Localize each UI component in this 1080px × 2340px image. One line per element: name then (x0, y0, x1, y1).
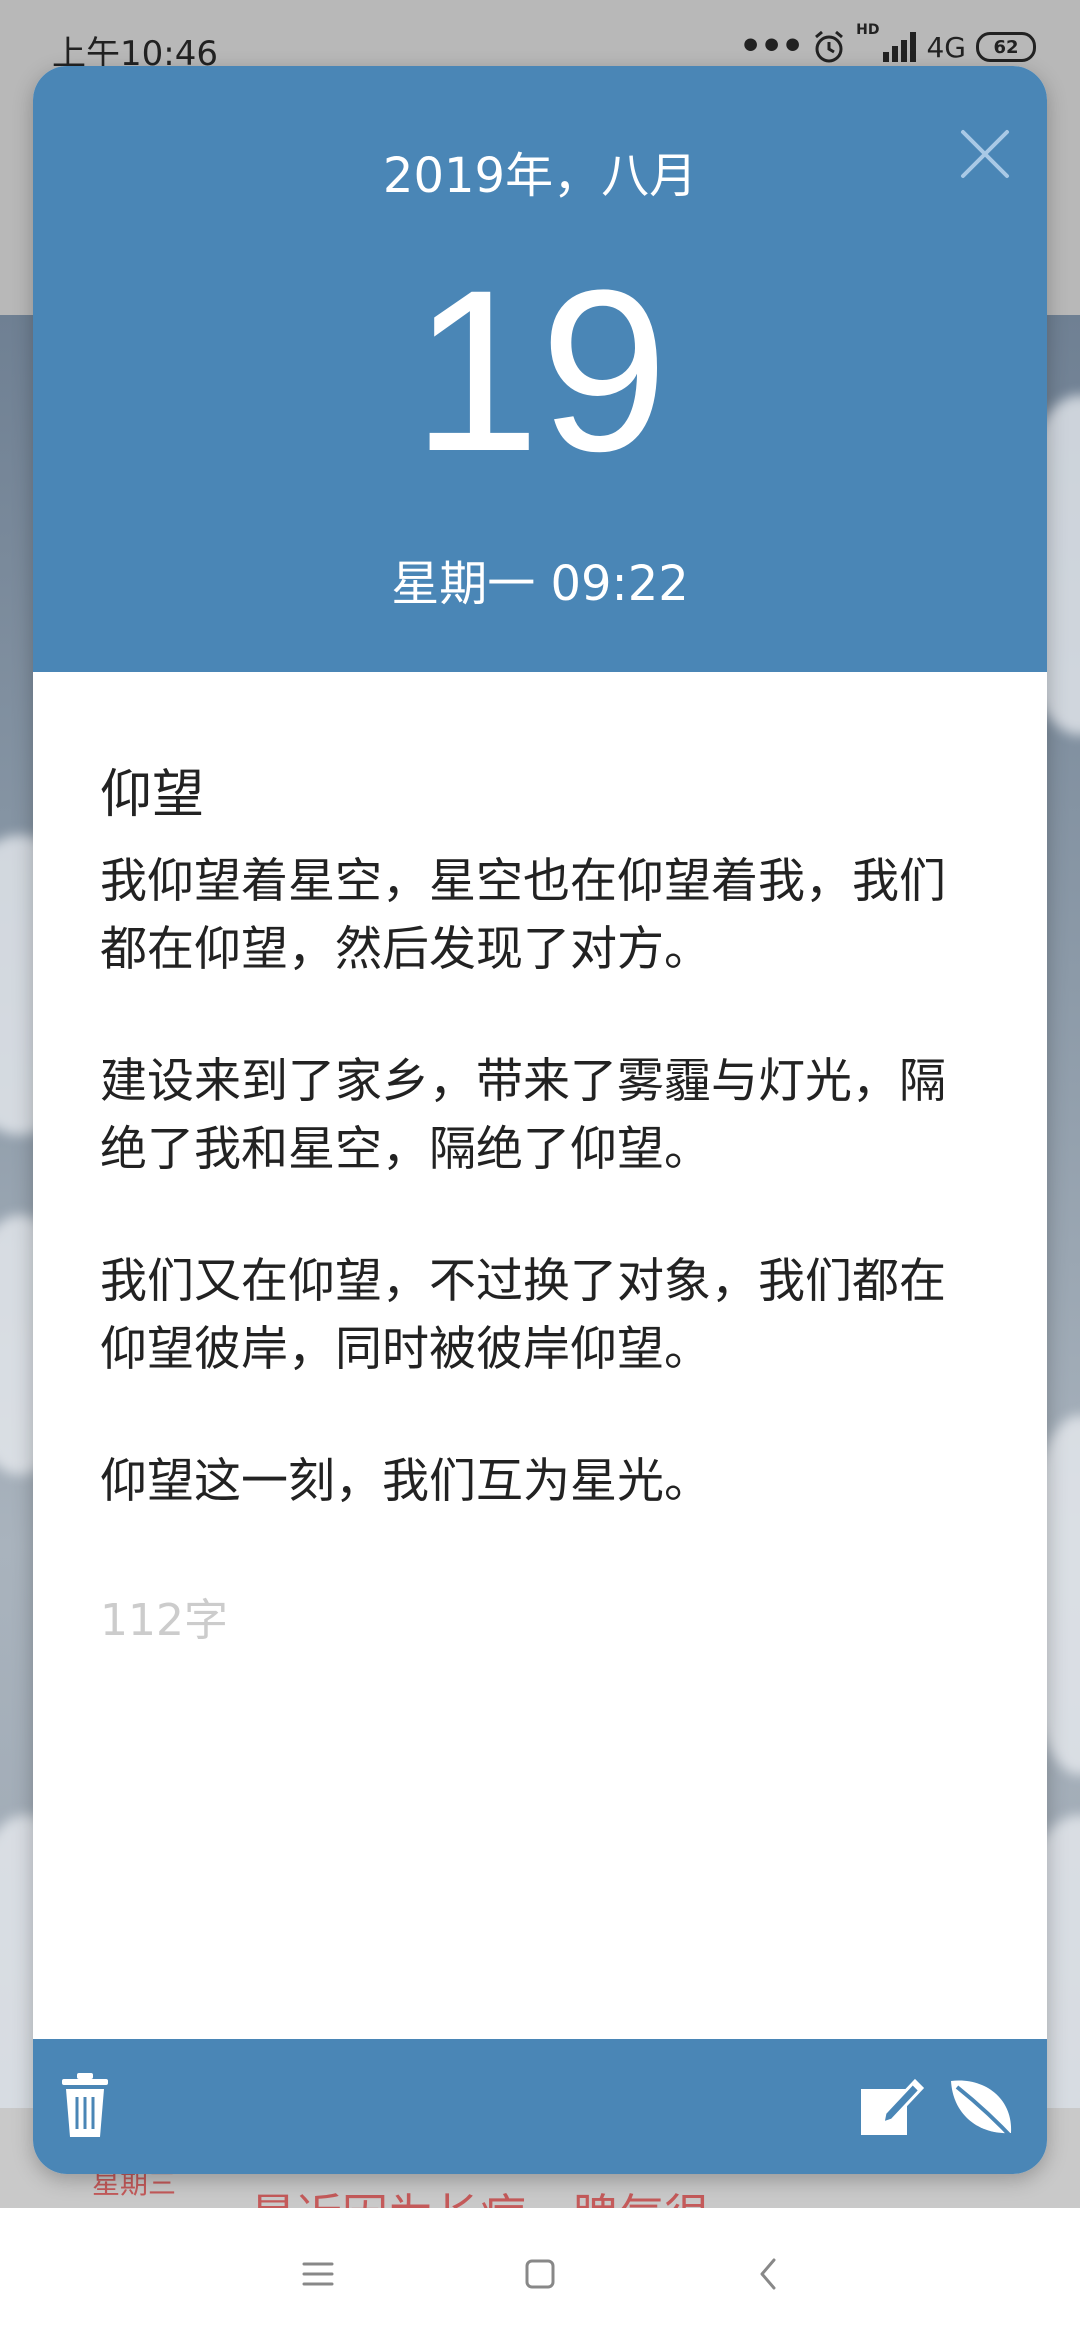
back-icon[interactable] (740, 2246, 796, 2302)
background-note-preview: 最近因为长痘，脾气很 (250, 2180, 710, 2208)
note-paragraph: 仰望这一刻，我们互为星光。 (100, 1454, 711, 1509)
note-paragraph: 我仰望着星空，星空也在仰望着我，我们都在仰望，然后发现了对方。 (100, 854, 946, 977)
hd-label: HD (856, 22, 880, 38)
menu-icon[interactable] (290, 2246, 346, 2302)
battery-icon: 62 (976, 32, 1036, 62)
day-number: 19 (412, 242, 668, 499)
signal-icon (883, 32, 917, 62)
word-count: 112字 (100, 1595, 228, 1646)
note-toolbar (33, 2039, 1047, 2174)
status-icons: ••• HD 4G 62 (739, 22, 1036, 72)
weekday-time: 星期一 09:22 (391, 556, 689, 612)
note-paragraph: 我们又在仰望，不过换了对象，我们都在仰望彼岸，同时被彼岸仰望。 (100, 1254, 946, 1377)
edit-icon[interactable] (849, 2067, 929, 2147)
navigation-bar (0, 2208, 1080, 2340)
date-header: 2019年，八月 19 星期一 09:22 (33, 66, 1047, 672)
note-paragraph: 建设来到了家乡，带来了雾霾与灯光，隔绝了我和星空，隔绝了仰望。 (100, 1054, 946, 1177)
more-notifications-icon: ••• (739, 26, 804, 67)
note-body: 我仰望着星空，星空也在仰望着我，我们都在仰望，然后发现了对方。 建设来到了家乡，… (100, 848, 980, 1580)
note-title: 仰望 (100, 765, 205, 825)
trash-icon[interactable] (45, 2067, 125, 2147)
note-card: 2019年，八月 19 星期一 09:22 仰望 我仰望着星空，星空也在仰望着我… (33, 66, 1047, 2174)
alarm-icon (815, 30, 844, 63)
month-year: 2019年，八月 (382, 148, 698, 204)
leaf-icon[interactable] (943, 2067, 1023, 2147)
home-icon[interactable] (512, 2246, 568, 2302)
battery-level: 62 (993, 36, 1019, 58)
note-content[interactable]: 仰望 我仰望着星空，星空也在仰望着我，我们都在仰望，然后发现了对方。 建设来到了… (33, 672, 1047, 2052)
close-icon[interactable] (953, 122, 1017, 186)
network-type: 4G (926, 30, 966, 64)
